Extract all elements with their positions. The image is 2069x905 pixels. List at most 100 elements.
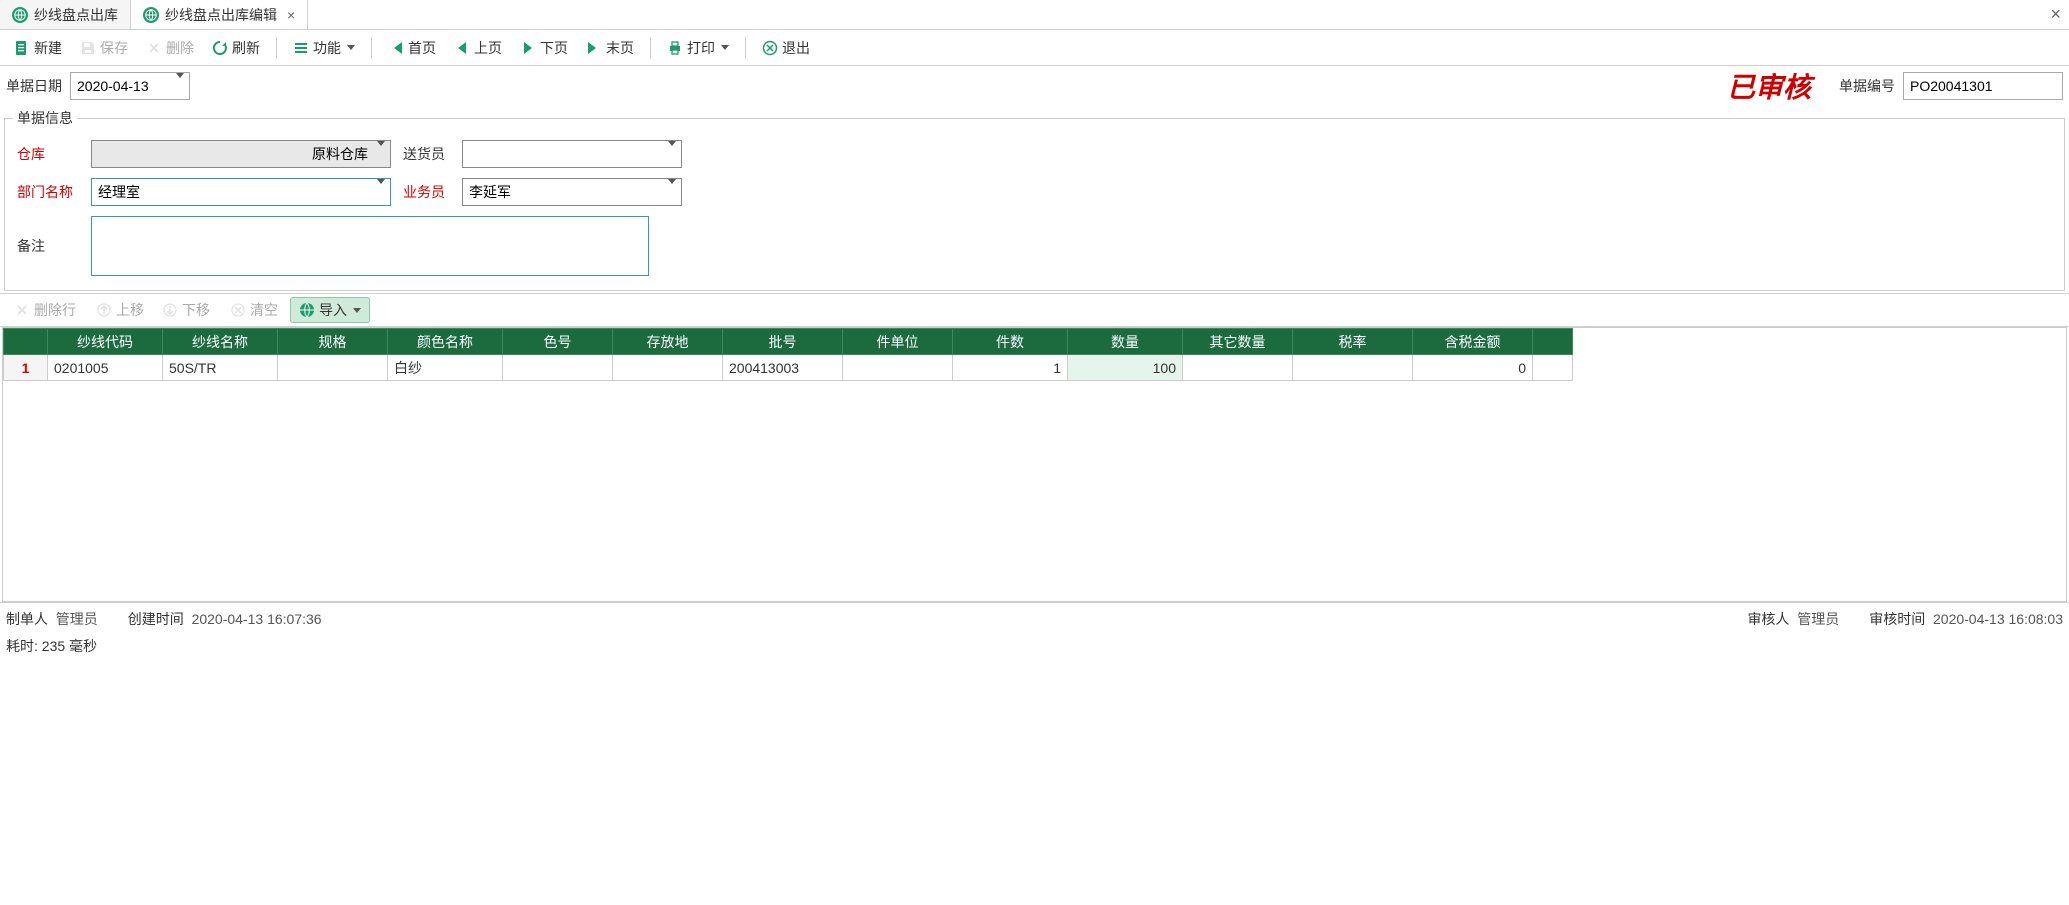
delivery-combo[interactable] [462, 140, 682, 168]
cell-amount[interactable]: 0 [1413, 355, 1533, 381]
list-icon [293, 40, 309, 56]
create-time-value: 2020-04-13 16:07:36 [192, 611, 322, 627]
globe-icon [299, 302, 315, 318]
grid-header-row: 纱线代码 纱线名称 规格 颜色名称 色号 存放地 批号 件单位 件数 数量 其它… [4, 329, 1573, 355]
col-spec[interactable]: 规格 [278, 329, 388, 355]
data-grid: 纱线代码 纱线名称 规格 颜色名称 色号 存放地 批号 件单位 件数 数量 其它… [3, 328, 1573, 381]
prev-page-button[interactable]: 上页 [446, 35, 510, 61]
auditor-value: 管理员 [1797, 611, 1839, 627]
remark-label: 备注 [13, 236, 83, 256]
perf-status: 耗时: 235 毫秒 [0, 634, 2069, 658]
dept-label: 部门名称 [13, 182, 83, 202]
tab-label: 纱线盘点出库编辑 [165, 5, 277, 25]
cell-batch[interactable]: 200413003 [723, 355, 843, 381]
col-yarn-name[interactable]: 纱线名称 [163, 329, 278, 355]
delivery-label: 送货员 [399, 144, 454, 164]
import-button[interactable]: 导入 [290, 297, 370, 323]
cell-extra[interactable] [1533, 355, 1573, 381]
remark-input[interactable] [91, 216, 649, 276]
warehouse-combo[interactable] [91, 140, 391, 168]
warehouse-label: 仓库 [13, 144, 83, 164]
col-extra[interactable] [1533, 329, 1573, 355]
dept-combo[interactable] [91, 178, 391, 206]
exit-button[interactable]: 退出 [754, 35, 818, 61]
delete-icon [146, 40, 162, 56]
audit-stamp: 已审核 [1727, 66, 1811, 106]
clear-icon [230, 302, 246, 318]
separator [650, 37, 651, 59]
prev-icon [454, 40, 470, 56]
col-color-no[interactable]: 色号 [503, 329, 613, 355]
doc-info-fieldset: 单据信息 仓库 送货员 部门名称 业务员 备注 [4, 108, 2065, 291]
col-rownum[interactable] [4, 329, 48, 355]
col-location[interactable]: 存放地 [613, 329, 723, 355]
main-toolbar: 新建 保存 删除 刷新 功能 首页 上页 下页 末页 打印 [0, 30, 2069, 66]
doc-info-legend: 单据信息 [13, 108, 77, 128]
next-icon [520, 40, 536, 56]
next-page-button[interactable]: 下页 [512, 35, 576, 61]
cell-name[interactable]: 50S/TR [163, 355, 278, 381]
delete-row-button: 删除行 [6, 297, 84, 323]
tab-inventory-out-edit[interactable]: 纱线盘点出库编辑 × [131, 0, 308, 29]
globe-icon [143, 7, 159, 23]
functions-button[interactable]: 功能 [285, 35, 363, 61]
cell-unit[interactable] [843, 355, 953, 381]
doc-no-input[interactable] [1903, 72, 2063, 100]
sales-combo[interactable] [462, 178, 682, 206]
tabbar-close-icon[interactable]: × [2050, 4, 2061, 25]
dept-input[interactable] [91, 178, 391, 206]
last-icon [586, 40, 602, 56]
last-page-button[interactable]: 末页 [578, 35, 642, 61]
first-page-button[interactable]: 首页 [380, 35, 444, 61]
separator [276, 37, 277, 59]
save-icon [80, 40, 96, 56]
new-button[interactable]: 新建 [6, 35, 70, 61]
doc-no-label: 单据编号 [1839, 76, 1895, 96]
refresh-button[interactable]: 刷新 [204, 35, 268, 61]
tab-label: 纱线盘点出库 [34, 5, 118, 25]
auditor-label: 审核人 [1747, 611, 1789, 627]
sales-input[interactable] [462, 178, 682, 206]
col-tax-rate[interactable]: 税率 [1293, 329, 1413, 355]
grid-toolbar: 删除行 上移 下移 清空 导入 [0, 293, 2069, 327]
cell-color[interactable]: 白纱 [388, 355, 503, 381]
cell-rownum[interactable]: 1 [4, 355, 48, 381]
data-grid-wrap[interactable]: 纱线代码 纱线名称 规格 颜色名称 色号 存放地 批号 件单位 件数 数量 其它… [2, 327, 2067, 602]
cell-otherqty[interactable] [1183, 355, 1293, 381]
delete-icon [14, 302, 30, 318]
cell-location[interactable] [613, 355, 723, 381]
arrow-up-icon [96, 302, 112, 318]
col-other-qty[interactable]: 其它数量 [1183, 329, 1293, 355]
cell-code[interactable]: 0201005 [48, 355, 163, 381]
cell-spec[interactable] [278, 355, 388, 381]
exit-icon [762, 40, 778, 56]
tab-inventory-out[interactable]: 纱线盘点出库 [0, 0, 131, 29]
footer: 制单人 管理员 创建时间 2020-04-13 16:07:36 审核人 管理员… [0, 602, 2069, 634]
delivery-input[interactable] [462, 140, 682, 168]
cell-colorno[interactable] [503, 355, 613, 381]
top-fields: 单据日期 已审核 单据编号 [0, 66, 2069, 106]
col-batch[interactable]: 批号 [723, 329, 843, 355]
save-button: 保存 [72, 35, 136, 61]
col-color-name[interactable]: 颜色名称 [388, 329, 503, 355]
doc-date-combo[interactable] [70, 72, 190, 100]
warehouse-input[interactable] [91, 140, 391, 168]
tab-close-icon[interactable]: × [287, 7, 295, 23]
cell-tax[interactable] [1293, 355, 1413, 381]
col-tax-amount[interactable]: 含税金额 [1413, 329, 1533, 355]
cell-qty[interactable]: 100 [1068, 355, 1183, 381]
audit-time-label: 审核时间 [1869, 611, 1925, 627]
col-yarn-code[interactable]: 纱线代码 [48, 329, 163, 355]
col-qty[interactable]: 数量 [1068, 329, 1183, 355]
first-icon [388, 40, 404, 56]
doc-date-input[interactable] [70, 72, 190, 100]
col-pieces[interactable]: 件数 [953, 329, 1068, 355]
arrow-down-icon [162, 302, 178, 318]
cell-pieces[interactable]: 1 [953, 355, 1068, 381]
table-row[interactable]: 1 0201005 50S/TR 白纱 200413003 1 100 0 [4, 355, 1573, 381]
print-icon [667, 40, 683, 56]
maker-label: 制单人 [6, 611, 48, 627]
maker-value: 管理员 [56, 611, 98, 627]
col-unit[interactable]: 件单位 [843, 329, 953, 355]
print-button[interactable]: 打印 [659, 35, 737, 61]
